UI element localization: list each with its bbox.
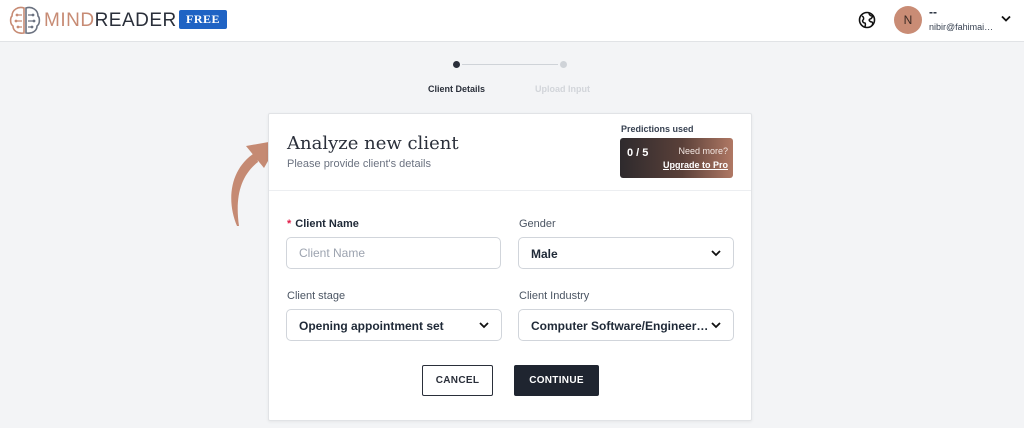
step-dot-upload-input [560,61,567,68]
client-stage-select-value: Opening appointment set [299,319,444,333]
page-title: Analyze new client [287,133,459,154]
predictions-count: 0 / 5 [627,147,649,159]
page-subtitle: Please provide client's details [287,158,431,170]
plan-badge: FREE [179,10,227,29]
globe-icon[interactable] [858,11,876,29]
brain-circuit-icon[interactable] [8,5,42,37]
continue-button[interactable]: CONTINUE [514,365,599,396]
chevron-down-icon [711,250,721,257]
card-header: Analyze new client Please provide client… [269,114,751,191]
stepper-line [462,64,558,65]
step-label-client-details: Client Details [428,84,486,94]
top-header: MINDREADER FREE N -- nibir@fahimai.com [0,0,1024,42]
client-name-label-text: Client Name [295,218,359,230]
chevron-down-icon[interactable] [1001,15,1011,23]
client-name-label: * Client Name [287,218,359,230]
required-mark: * [287,218,292,230]
client-name-input[interactable] [286,237,501,269]
client-industry-select[interactable]: Computer Software/Engineering [518,309,734,341]
chevron-down-icon [479,322,489,329]
chevron-down-icon [711,322,721,329]
cancel-button[interactable]: CANCEL [422,365,493,396]
client-stage-label: Client stage [287,290,346,302]
brand-name-mind: MIND [44,10,95,31]
brand-name[interactable]: MINDREADER [44,10,177,32]
gender-select[interactable]: Male [518,237,734,269]
predictions-panel: 0 / 5 Need more? Upgrade to Pro [620,138,733,178]
gender-label: Gender [519,218,556,230]
user-name[interactable]: -- [929,5,937,19]
upgrade-to-pro-link[interactable]: Upgrade to Pro [663,160,728,170]
gender-select-value: Male [531,247,558,261]
step-label-upload-input: Upload Input [535,84,590,94]
analyze-client-card: Analyze new client Please provide client… [268,113,752,421]
brand-name-reader: READER [94,10,177,31]
client-industry-label: Client Industry [519,290,590,302]
avatar[interactable]: N [894,6,922,34]
need-more-text: Need more? [678,146,728,156]
step-dot-client-details [453,61,460,68]
client-industry-select-value: Computer Software/Engineering [531,319,711,333]
client-stage-select[interactable]: Opening appointment set [286,309,502,341]
predictions-used-label: Predictions used [621,124,694,134]
user-email[interactable]: nibir@fahimai.com [929,22,995,32]
